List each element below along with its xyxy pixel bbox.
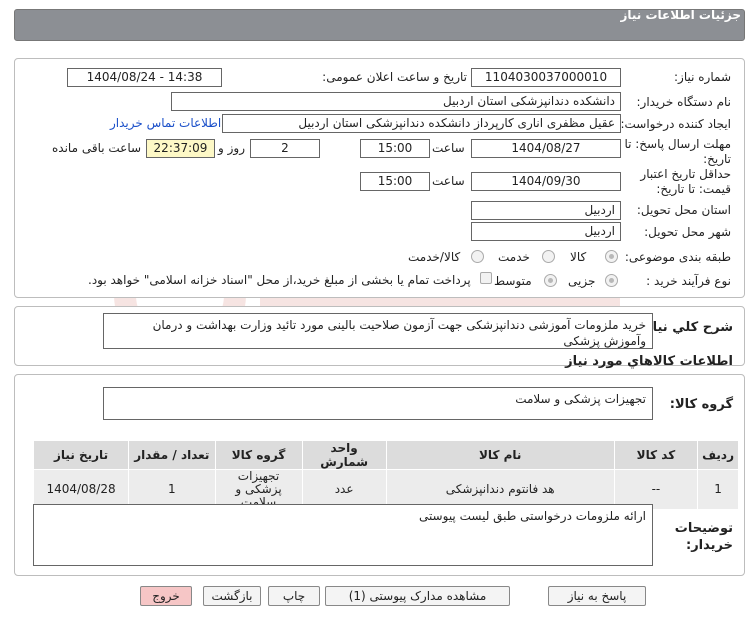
process-radio-minor[interactable] bbox=[605, 274, 618, 287]
reply-deadline-label: مهلت ارسال پاسخ: تا تاریخ: bbox=[624, 137, 731, 166]
buyer-contact-link[interactable]: اطلاعات تماس خریدار bbox=[110, 116, 221, 130]
price-validity-date-field: 1404/09/30 bbox=[471, 172, 621, 191]
col-unit: واحد شمارش bbox=[301, 440, 387, 470]
col-row-number: ردیف bbox=[697, 440, 739, 470]
remaining-time-label: ساعت باقی مانده bbox=[52, 141, 142, 155]
reply-button[interactable]: پاسخ به نیاز bbox=[548, 586, 646, 606]
col-item-name: نام کالا bbox=[385, 440, 615, 470]
reply-deadline-date-field: 1404/08/27 bbox=[471, 139, 621, 158]
process-option-minor: جزیی bbox=[568, 274, 596, 288]
back-button[interactable]: بازگشت bbox=[203, 586, 261, 606]
delivery-province-label: استان محل تحویل: bbox=[636, 203, 731, 217]
buyer-org-field: دانشکده دندانپزشکی استان اردبیل bbox=[171, 92, 621, 111]
items-table-header: ردیف کد کالا نام کالا واحد شمارش گروه کا… bbox=[32, 440, 739, 470]
cell-row-number: 1 bbox=[697, 469, 739, 510]
price-validity-label: حداقل تاریخ اعتبار قیمت: تا تاریخ: bbox=[640, 167, 731, 196]
delivery-province-field: اردبیل bbox=[471, 201, 621, 220]
purchase-process-label: نوع فرآیند خرید : bbox=[646, 274, 731, 288]
announce-datetime-field: 1404/08/24 - 14:38 bbox=[67, 68, 222, 87]
col-item-code: کد کالا bbox=[613, 440, 699, 470]
buyer-org-label: نام دستگاه خریدار: bbox=[636, 95, 732, 109]
col-need-date: تاریخ نیاز bbox=[32, 440, 130, 470]
col-group: گروه کالا bbox=[214, 440, 303, 470]
announce-datetime-label: تاریخ و ساعت اعلان عمومی: bbox=[322, 70, 467, 84]
page-title: جزئیات اطلاعات نیاز bbox=[620, 8, 741, 22]
summary-textarea[interactable]: خرید ملزومات آموزشی دندانپزشکی جهت آزمون… bbox=[103, 313, 653, 349]
category-radio-service[interactable] bbox=[542, 250, 555, 263]
reply-deadline-time-field: 15:00 bbox=[360, 139, 430, 158]
view-attachments-button[interactable]: مشاهده مدارک پیوستی (1) bbox=[325, 586, 510, 606]
delivery-city-field: اردبیل bbox=[471, 222, 621, 241]
days-label: روز و bbox=[218, 141, 245, 155]
buyer-notes-label: توضیحات خریدار: bbox=[674, 521, 733, 553]
reply-deadline-time-label: ساعت bbox=[432, 141, 465, 155]
summary-label: شرح کلي نياز: bbox=[639, 320, 733, 335]
category-option-goods: کالا bbox=[570, 250, 587, 264]
price-validity-time-field: 15:00 bbox=[360, 172, 430, 191]
category-option-goods-service: کالا/خدمت bbox=[408, 250, 461, 264]
delivery-city-label: شهر محل تحویل: bbox=[644, 225, 731, 239]
category-option-service: خدمت bbox=[498, 250, 530, 264]
buyer-notes-textarea[interactable]: ارائه ملزومات درخواستی طبق لیست پیوستی bbox=[33, 504, 653, 566]
requester-label: ایجاد کننده درخواست: bbox=[620, 117, 731, 131]
goods-group-field[interactable]: تجهیزات پزشکی و سلامت bbox=[103, 387, 653, 420]
remaining-time-field: 22:37:09 bbox=[146, 139, 215, 158]
category-label: طبقه بندی موضوعی: bbox=[624, 250, 731, 264]
col-quantity: تعداد / مقدار bbox=[128, 440, 216, 470]
price-validity-time-label: ساعت bbox=[432, 174, 465, 188]
treasury-bonds-note: پرداخت تمام یا بخشی از مبلغ خرید،از محل … bbox=[88, 273, 471, 287]
process-option-medium: متوسط bbox=[494, 274, 532, 288]
treasury-bonds-checkbox[interactable] bbox=[480, 272, 492, 284]
exit-button[interactable]: خروج bbox=[140, 586, 192, 606]
goods-section-title: اطلاعات کالاهاي مورد نياز bbox=[565, 354, 733, 369]
print-button[interactable]: چاپ bbox=[268, 586, 320, 606]
process-radio-medium[interactable] bbox=[544, 274, 557, 287]
category-radio-goods-service[interactable] bbox=[471, 250, 484, 263]
category-radio-goods[interactable] bbox=[605, 250, 618, 263]
goods-group-label: گروه کالا: bbox=[669, 397, 733, 412]
need-number-label: شماره نیاز: bbox=[674, 70, 731, 84]
remaining-days-field: 2 bbox=[250, 139, 320, 158]
items-table: ردیف کد کالا نام کالا واحد شمارش گروه کا… bbox=[32, 440, 739, 510]
need-number-field: 1104030037000010 bbox=[471, 68, 621, 87]
requester-field: عقیل مظفری اناری کارپرداز دانشکده دندانپ… bbox=[222, 114, 621, 133]
